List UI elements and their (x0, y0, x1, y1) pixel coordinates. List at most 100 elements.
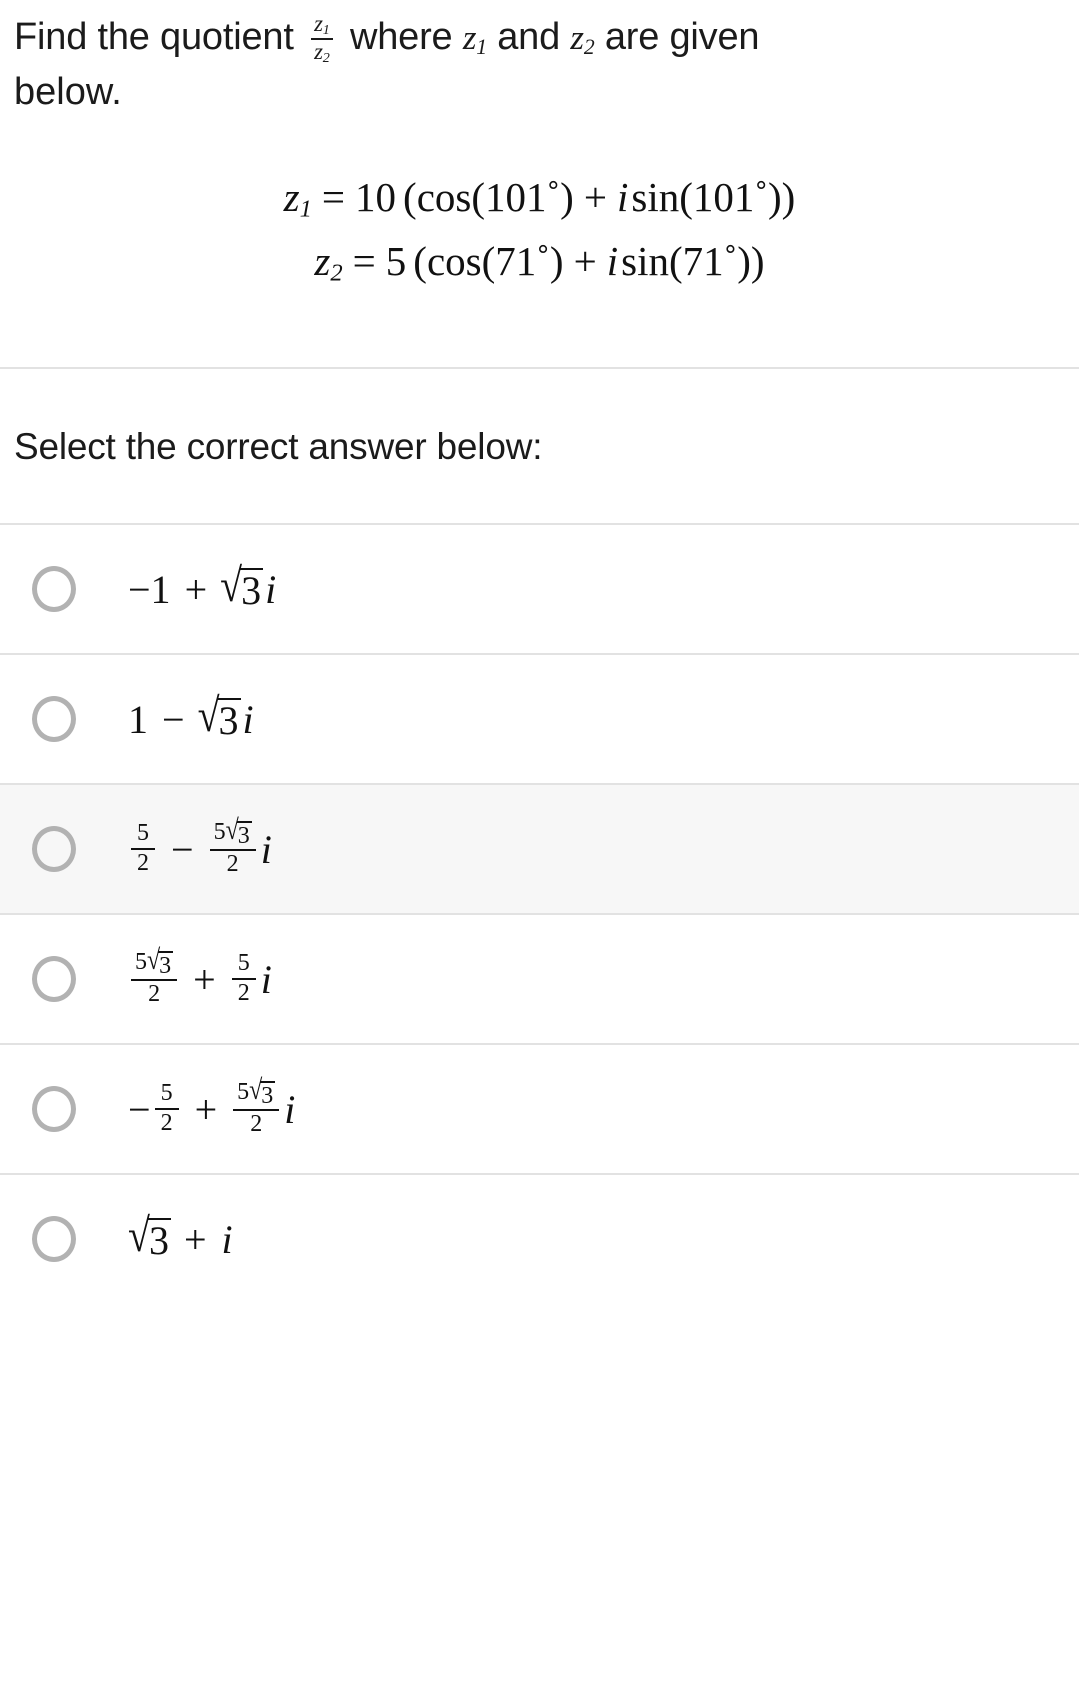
select-answer-label: Select the correct answer below: (14, 426, 543, 468)
equation-z2-plus: + (573, 237, 597, 284)
option-6-imaginary: i (221, 1216, 233, 1262)
equation-z2-cos: cos (426, 237, 482, 284)
option-3-second-fraction: 5 √ 3 2 (209, 815, 256, 878)
option-4-second-fraction: 5 2 (231, 950, 256, 1007)
answer-option-2[interactable]: 1 − √ 3 i (0, 655, 1079, 784)
equation-z2-cos-open: ( (481, 237, 496, 284)
option-3-imaginary: i (260, 826, 272, 872)
given-equations: z1 = 10 (cos(101˚) + isin(101˚)) z2 = 5 (cos(71˚… (0, 166, 1079, 293)
answer-option-1[interactable]: −1 + √ 3 i (0, 525, 1079, 654)
radio-button-option-1[interactable] (32, 566, 76, 613)
equation-z1-cos-angle: 101˚ (485, 174, 561, 221)
radio-button-option-2[interactable] (32, 696, 76, 743)
option-5-second-denominator: 2 (233, 1109, 280, 1138)
option-2-imaginary: i (242, 696, 254, 742)
option-4-imaginary: i (260, 956, 272, 1002)
prompt-var-z2: z2 (570, 18, 595, 59)
option-2-operator: − (162, 696, 185, 742)
question-prompt-line2: below. (14, 71, 122, 114)
option-4-first-fraction: 5 √ 3 2 (131, 945, 178, 1008)
equation-z1-sin-angle: 101˚ (692, 174, 769, 221)
prompt-text-after: are given (604, 16, 760, 58)
equation-z2-modulus: 5 (385, 237, 407, 284)
equation-z1-imaginary: i (616, 174, 629, 221)
answer-option-3[interactable]: 5 2 − 5 √ 3 2 i (0, 785, 1079, 914)
equation-z1-sin-open: ( (679, 174, 693, 221)
option-2-radicand: 3 (217, 697, 241, 743)
option-6-operator: + (183, 1216, 207, 1262)
option-5-leading-sign: − (128, 1086, 151, 1132)
quotient-denominator: z2 (311, 37, 333, 66)
option-1-imaginary: i (265, 566, 277, 612)
option-3-operator: − (171, 826, 194, 872)
prompt-text-where: where (349, 16, 453, 58)
option-1-radicand: 3 (240, 567, 264, 613)
equation-z1-sin: sin (631, 174, 680, 221)
option-4-first-denominator: 2 (131, 979, 178, 1008)
radical-icon: √ (128, 1208, 150, 1262)
option-6-radicand: 3 (147, 1217, 171, 1263)
answer-option-4[interactable]: 5 √ 3 2 + 5 2 i (0, 915, 1079, 1044)
equation-z1-lhs: z1 (283, 174, 312, 223)
equation-z1-open-paren: ( (403, 174, 417, 221)
radical-icon: √ (249, 1075, 263, 1107)
option-4-first-numerator: 5 √ 3 (135, 945, 174, 980)
radio-button-option-4[interactable] (32, 956, 76, 1003)
answer-option-2-math: 1 − √ 3 i (128, 691, 254, 743)
option-4-second-numerator: 5 (237, 950, 250, 977)
option-5-operator: + (194, 1086, 218, 1132)
equation-z1: z1 = 10 (cos(101˚) + isin(101˚)) (0, 166, 1079, 230)
option-5-second-numerator: 5 √ 3 (237, 1075, 276, 1110)
equation-z2-cos-close: ) (549, 237, 564, 284)
option-3-second-numerator: 5 √ 3 (213, 815, 252, 850)
answer-option-5-math: − 5 2 + 5 √ 3 2 i (128, 1075, 296, 1138)
option-5-second-fraction: 5 √ 3 2 (233, 1075, 280, 1138)
option-3-first-fraction: 5 2 (131, 820, 155, 877)
equation-z2-open-paren: ( (413, 237, 427, 284)
option-3-first-numerator: 5 (137, 820, 149, 847)
option-4-second-denominator: 2 (231, 978, 256, 1007)
radical-icon: √ (225, 815, 239, 847)
option-4-operator: + (193, 956, 216, 1002)
option-1-sqrt: √ 3 (220, 561, 264, 613)
radical-icon: √ (220, 558, 243, 612)
option-5-imaginary: i (284, 1086, 296, 1132)
answer-option-5[interactable]: − 5 2 + 5 √ 3 2 i (0, 1045, 1079, 1174)
option-2-sqrt: √ 3 (198, 691, 241, 743)
equation-z2-close: )) (737, 237, 765, 284)
answer-option-3-math: 5 2 − 5 √ 3 2 i (128, 815, 272, 878)
equation-z2-imaginary: i (606, 237, 619, 284)
answer-option-4-math: 5 √ 3 2 + 5 2 i (128, 945, 272, 1008)
option-3-first-denominator: 2 (131, 848, 155, 877)
quotient-fraction: z1 z2 (311, 12, 333, 65)
equation-z2-lhs: z2 (314, 237, 343, 287)
answer-option-6[interactable]: √ 3 + i (0, 1175, 1079, 1304)
option-5-first-numerator: 5 (160, 1080, 173, 1107)
option-2-sign: 1 (128, 696, 148, 742)
equation-z1-modulus: 10 (355, 174, 397, 221)
equation-z2-sin-open: ( (668, 237, 683, 284)
radical-icon: √ (197, 688, 220, 742)
option-1-sign: −1 (128, 566, 171, 612)
option-1-operator: + (184, 566, 208, 612)
radio-button-option-3[interactable] (32, 826, 76, 873)
equation-z1-cos-close: ) (560, 174, 574, 221)
prompt-text-before: Find the quotient (14, 16, 294, 58)
equation-z2: z2 = 5 (cos(71˚) + isin(71˚)) (0, 230, 1079, 294)
radio-button-option-5[interactable] (32, 1086, 76, 1133)
question-prompt-line1: Find the quotient z1 z2 where z1 and z2 … (0, 0, 1079, 65)
answer-option-1-math: −1 + √ 3 i (128, 561, 277, 613)
prompt-text-and: and (497, 16, 561, 58)
equation-z1-cos: cos (416, 174, 472, 221)
quotient-numerator: z1 (314, 11, 330, 39)
equation-z1-cos-open: ( (471, 174, 486, 221)
equation-z1-plus: + (583, 174, 607, 221)
equation-z2-sin: sin (621, 237, 669, 284)
radio-button-option-6[interactable] (32, 1216, 76, 1263)
equation-z2-equals: = (352, 237, 376, 284)
equation-z1-close: )) (768, 174, 796, 221)
prompt-var-z1: z1 (462, 18, 487, 59)
option-6-sqrt: √ 3 (128, 1211, 171, 1263)
equation-z2-cos-angle: 71˚ (495, 237, 550, 284)
radical-icon: √ (147, 945, 161, 977)
